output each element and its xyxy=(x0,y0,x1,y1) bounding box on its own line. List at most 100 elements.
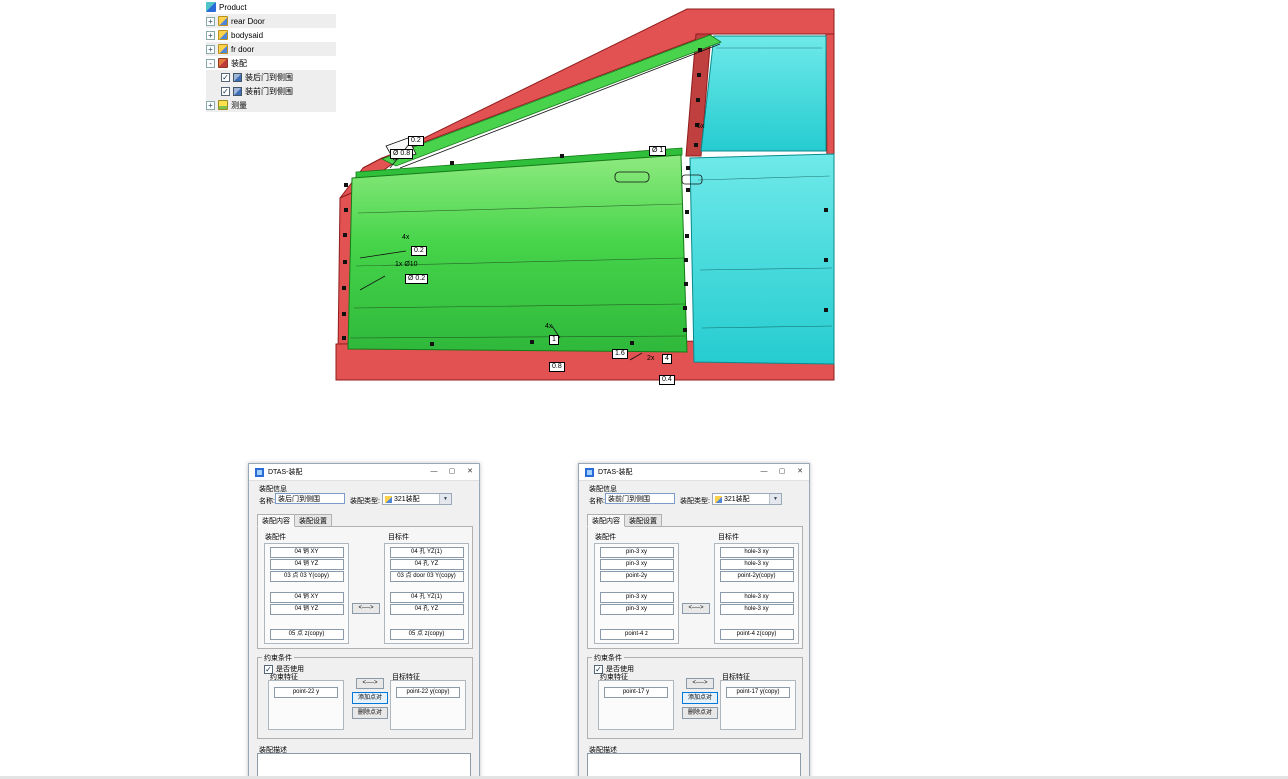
tree-item-label: 装后门到侧围 xyxy=(245,72,293,83)
assembly-type-dropdown[interactable]: 321装配 xyxy=(382,493,452,505)
dialog-title: DTAS-装配 xyxy=(598,467,755,477)
target-feature-list[interactable]: point-17 y(copy) xyxy=(720,680,796,730)
assembly-type-dropdown[interactable]: 321装配 xyxy=(712,493,782,505)
target-parts-list[interactable]: hole-3 xy hole-3 xy point-2y(copy) hole-… xyxy=(714,543,799,644)
name-label: 名称: xyxy=(589,496,605,506)
checkbox-checked-icon[interactable] xyxy=(221,73,230,82)
name-input[interactable]: 装后门到侧围 xyxy=(275,493,345,504)
delete-pair-button[interactable]: 删除点对 xyxy=(682,707,718,719)
tree-item-bodysaid[interactable]: + bodysaid xyxy=(206,28,336,42)
list-item[interactable]: hole-3 xy xyxy=(720,559,794,570)
swap-button[interactable]: <----> xyxy=(352,603,380,614)
list-item[interactable]: 04 孔 YZ(1) xyxy=(390,547,464,558)
list-item[interactable]: point-22 y(copy) xyxy=(396,687,460,698)
minimize-button[interactable]: — xyxy=(755,464,773,480)
expand-icon[interactable]: + xyxy=(206,45,215,54)
list-item[interactable]: pin-3 xy xyxy=(600,604,674,615)
expand-icon[interactable]: + xyxy=(206,31,215,40)
list-item[interactable]: 05 点 z(copy) xyxy=(390,629,464,640)
list-item[interactable]: 04 孔 YZ(1) xyxy=(390,592,464,603)
product-icon xyxy=(206,2,216,12)
list-item[interactable]: 04 销 YZ xyxy=(270,559,344,570)
list-item[interactable]: 04 销 XY xyxy=(270,592,344,603)
dialog-titlebar[interactable]: DTAS-装配 — ▢ ✕ xyxy=(249,464,479,481)
minimize-button[interactable]: — xyxy=(425,464,443,480)
add-pair-button[interactable]: 添加点对 xyxy=(352,692,388,704)
list-item[interactable]: point-2y(copy) xyxy=(720,571,794,582)
tree-item-label: fr door xyxy=(231,45,254,54)
checkbox-checked-icon[interactable] xyxy=(221,87,230,96)
target-parts-list[interactable]: 04 孔 YZ(1) 04 孔 YZ 03 点 door 03 Y(copy) … xyxy=(384,543,469,644)
assembly-feature-icon xyxy=(233,73,242,82)
tree-root-label: Product xyxy=(219,3,247,12)
constraint-buttons: <----> 添加点对 删除点对 xyxy=(350,678,390,719)
expand-icon[interactable]: + xyxy=(206,101,215,110)
list-item[interactable]: hole-3 xy xyxy=(720,592,794,603)
list-item[interactable]: 04 销 XY xyxy=(270,547,344,558)
list-item[interactable]: 04 孔 YZ xyxy=(390,604,464,615)
list-item[interactable]: pin-3 xy xyxy=(600,592,674,603)
expand-icon[interactable]: + xyxy=(206,17,215,26)
gdt-callout: 0.2 xyxy=(408,136,424,146)
list-item[interactable]: 04 孔 YZ xyxy=(390,559,464,570)
specification-tree: Product + rear Door + bodysaid + fr door… xyxy=(206,0,336,112)
chevron-down-icon[interactable] xyxy=(439,494,451,504)
swap-button[interactable]: <----> xyxy=(686,678,714,689)
assembly-parts-label: 装配件 xyxy=(595,532,616,542)
target-parts-label: 目标件 xyxy=(718,532,739,542)
assembly-type-value: 321装配 xyxy=(394,494,437,504)
list-item[interactable]: 03 点 door 03 Y(copy) xyxy=(390,571,464,582)
tab-assembly-content[interactable]: 装配内容 xyxy=(257,514,295,527)
list-item[interactable]: hole-3 xy xyxy=(720,604,794,615)
tree-root-product[interactable]: Product xyxy=(206,0,336,14)
close-button[interactable]: ✕ xyxy=(461,464,479,480)
count-label: 1x Ø10 xyxy=(395,261,418,269)
assembly-parts-list[interactable]: 04 销 XY 04 销 YZ 03 点 03 Y(copy) 04 销 XY … xyxy=(264,543,349,644)
tree-item-assembly-front-door[interactable]: 装前门到侧围 xyxy=(206,84,336,98)
list-item[interactable]: 05 点 z(copy) xyxy=(270,629,344,640)
delete-pair-button[interactable]: 删除点对 xyxy=(352,707,388,719)
chevron-down-icon[interactable] xyxy=(769,494,781,504)
tree-item-measure[interactable]: + 测量 xyxy=(206,98,336,112)
assembly-parts-list[interactable]: pin-3 xy pin-3 xy point-2y pin-3 xy pin-… xyxy=(594,543,679,644)
swap-button[interactable]: <----> xyxy=(356,678,384,689)
list-item[interactable]: pin-3 xy xyxy=(600,547,674,558)
dialog-titlebar[interactable]: DTAS-装配 — ▢ ✕ xyxy=(579,464,809,481)
collapse-icon[interactable]: - xyxy=(206,59,215,68)
count-label: 2x xyxy=(647,355,654,363)
assembly-type-icon xyxy=(715,496,722,503)
assembly-type-value: 321装配 xyxy=(724,494,767,504)
constraint-feature-list[interactable]: point-22 y xyxy=(268,680,344,730)
tree-item-label: 装前门到侧围 xyxy=(245,86,293,97)
tree-item-fr-door[interactable]: + fr door xyxy=(206,42,336,56)
part-icon xyxy=(218,44,228,54)
list-item[interactable]: point-2y xyxy=(600,571,674,582)
constraint-feature-list[interactable]: point-17 y xyxy=(598,680,674,730)
list-item[interactable]: hole-3 xy xyxy=(720,547,794,558)
swap-button[interactable]: <----> xyxy=(682,603,710,614)
name-input[interactable]: 装前门到侧围 xyxy=(605,493,675,504)
tree-item-assembly-rear-door[interactable]: 装后门到侧围 xyxy=(206,70,336,84)
list-item[interactable]: point-17 y(copy) xyxy=(726,687,790,698)
tree-item-label: rear Door xyxy=(231,17,265,26)
list-item[interactable]: 03 点 03 Y(copy) xyxy=(270,571,344,582)
target-feature-list[interactable]: point-22 y(copy) xyxy=(390,680,466,730)
list-item[interactable]: point-4 z(copy) xyxy=(720,629,794,640)
close-button[interactable]: ✕ xyxy=(791,464,809,480)
list-item[interactable]: point-22 y xyxy=(274,687,338,698)
cad-viewport[interactable] xyxy=(330,8,835,385)
tree-item-assembly[interactable]: - 装配 xyxy=(206,56,336,70)
tab-assembly-content[interactable]: 装配内容 xyxy=(587,514,625,527)
list-item[interactable]: point-17 y xyxy=(604,687,668,698)
gdt-callout: 4 xyxy=(662,354,672,364)
list-item[interactable]: pin-3 xy xyxy=(600,559,674,570)
maximize-button[interactable]: ▢ xyxy=(773,464,791,480)
list-item[interactable]: point-4 z xyxy=(600,629,674,640)
add-pair-button[interactable]: 添加点对 xyxy=(682,692,718,704)
tree-item-rear-door[interactable]: + rear Door xyxy=(206,14,336,28)
gdt-callout: 1 xyxy=(549,335,559,345)
maximize-button[interactable]: ▢ xyxy=(443,464,461,480)
gdt-callout: 1.6 xyxy=(612,349,628,359)
list-item[interactable]: 04 销 YZ xyxy=(270,604,344,615)
constraint-group: 约束条件 是否使用 约束特征 目标特征 point-22 y <----> 添加… xyxy=(257,657,473,739)
